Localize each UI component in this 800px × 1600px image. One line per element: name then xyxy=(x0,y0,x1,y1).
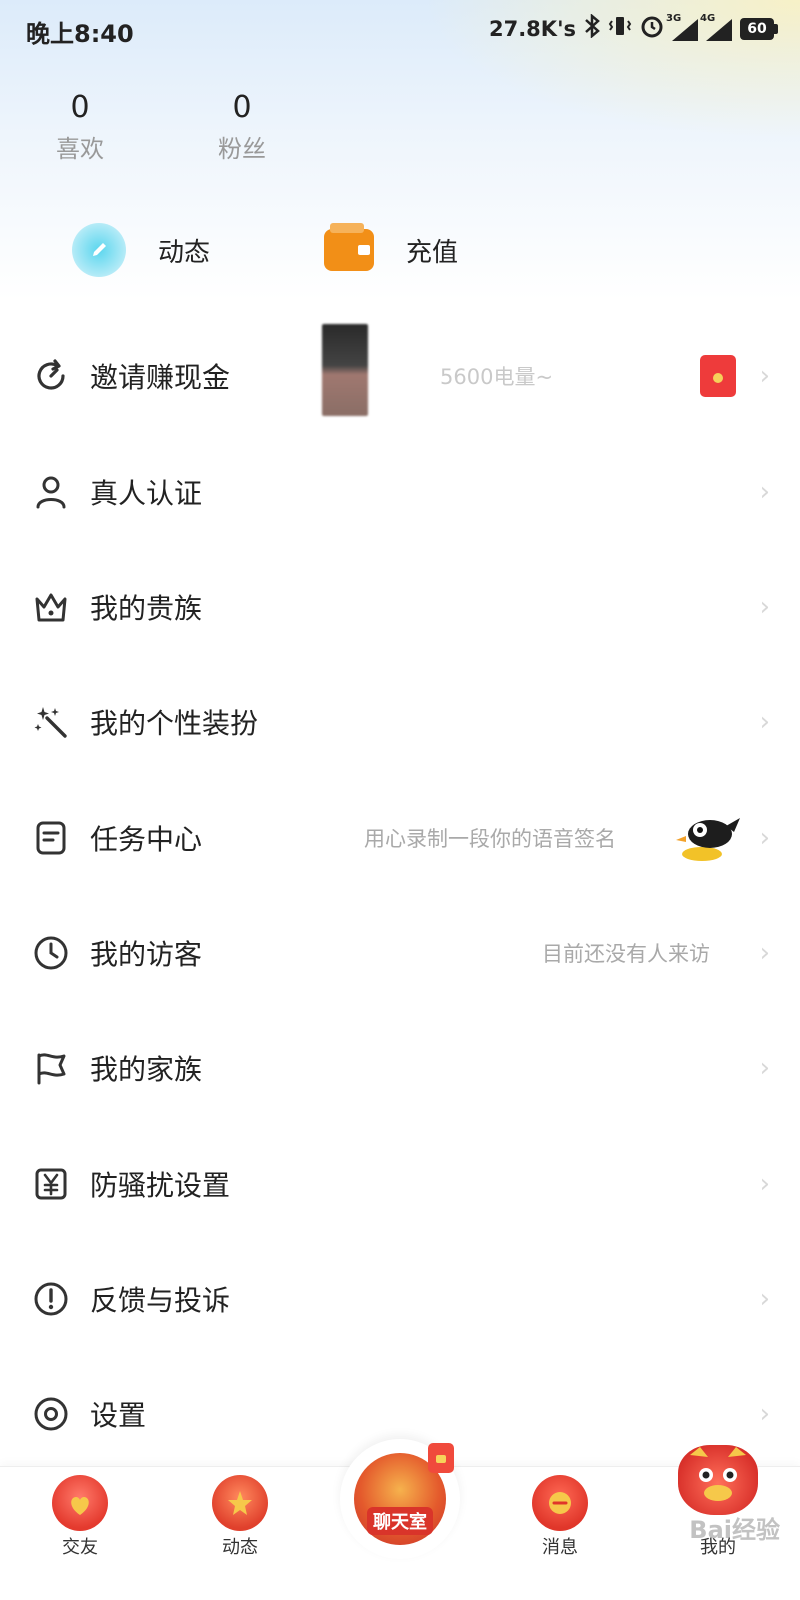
chevron-right-icon: › xyxy=(759,823,770,853)
menu-label-tasks: 任务中心 xyxy=(90,823,203,856)
likes-count: 0 xyxy=(70,90,90,125)
recharge-label: 充值 xyxy=(406,237,459,268)
menu-item-antiharass[interactable]: 防骚扰设置 › xyxy=(0,1126,800,1242)
signal-4g-icon: 4G xyxy=(700,13,732,41)
chevron-right-icon: › xyxy=(759,707,770,737)
bottom-navigation: 交友 动态 聊天室 消息 我的 xyxy=(0,1439,800,1600)
menu-label-family: 我的家族 xyxy=(90,1053,203,1086)
penguin-mascot-icon xyxy=(672,812,744,864)
menu-hint-visitors: 目前还没有人来访 xyxy=(542,942,710,966)
watermark-text: Bai经验 xyxy=(689,1516,780,1544)
stat-fans[interactable]: 0 粉丝 xyxy=(182,90,302,164)
chevron-right-icon: › xyxy=(759,361,770,391)
blurred-avatar-image xyxy=(322,324,368,416)
menu-hint-invite: 5600电量~ xyxy=(440,365,554,389)
yen-icon xyxy=(32,1165,70,1203)
dynamics-label: 动态 xyxy=(158,237,211,268)
nav-tab-dynamics[interactable]: 动态 xyxy=(190,1467,290,1600)
clock-icon xyxy=(32,934,70,972)
user-icon xyxy=(32,473,70,511)
pencil-icon xyxy=(72,223,126,277)
refresh-icon xyxy=(32,357,70,395)
status-icons: 27.8K's 3G 4G 60 xyxy=(488,13,778,43)
nav-label-dynamics: 动态 xyxy=(222,1537,258,1558)
signal-3g-label: 3G xyxy=(666,12,682,24)
menu-label-style: 我的个性装扮 xyxy=(90,707,259,740)
chevron-right-icon: › xyxy=(759,938,770,968)
flag-icon xyxy=(32,1049,70,1087)
red-packet-badge-icon xyxy=(428,1443,454,1473)
menu-item-tasks[interactable]: 任务中心 用心录制一段你的语音签名 › xyxy=(0,780,800,896)
alert-icon xyxy=(32,1280,70,1318)
battery-icon: 60 xyxy=(740,17,778,40)
menu-item-family[interactable]: 我的家族 › xyxy=(0,1010,800,1126)
status-bar: 晚上8:40 27.8K's 3G 4G 60 xyxy=(0,0,800,56)
menu-label-noble: 我的贵族 xyxy=(90,592,203,625)
bluetooth-icon xyxy=(584,13,600,43)
chevron-right-icon: › xyxy=(759,1053,770,1083)
menu-item-invite[interactable]: 邀请赚现金 5600电量~ › xyxy=(0,318,800,434)
menu-item-style[interactable]: 我的个性装扮 › xyxy=(0,664,800,780)
menu-label-feedback: 反馈与投诉 xyxy=(90,1284,231,1317)
chevron-right-icon: › xyxy=(759,477,770,507)
status-time: 晚上8:40 xyxy=(26,20,134,48)
dynamics-button[interactable]: 动态 xyxy=(72,222,210,278)
menu-item-feedback[interactable]: 反馈与投诉 › xyxy=(0,1241,800,1357)
menu-item-verify[interactable]: 真人认证 › xyxy=(0,434,800,550)
message-icon xyxy=(532,1475,588,1531)
network-speed: 27.8K's xyxy=(488,16,576,41)
menu-label-settings: 设置 xyxy=(90,1399,147,1432)
wallet-icon xyxy=(324,223,374,271)
alarm-icon xyxy=(640,14,664,43)
nav-tab-chatroom[interactable]: 聊天室 xyxy=(340,1439,460,1559)
magic-wand-icon xyxy=(32,703,70,741)
signal-3g-icon: 3G xyxy=(666,13,698,41)
settings-icon xyxy=(32,1395,70,1433)
friend-icon xyxy=(52,1475,108,1531)
menu-label-verify: 真人认证 xyxy=(90,477,203,510)
nav-tab-friends[interactable]: 交友 xyxy=(30,1467,130,1600)
fans-count: 0 xyxy=(232,90,252,125)
document-icon xyxy=(32,819,70,857)
recharge-button[interactable]: 充值 xyxy=(324,222,458,278)
crown-icon xyxy=(32,588,70,626)
lion-mascot-icon xyxy=(678,1445,758,1515)
dynamics-icon xyxy=(212,1475,268,1531)
red-packet-icon xyxy=(700,355,736,397)
menu-item-visitors[interactable]: 我的访客 目前还没有人来访 › xyxy=(0,895,800,1011)
battery-level: 60 xyxy=(740,17,774,40)
signal-4g-label: 4G xyxy=(700,12,716,24)
chevron-right-icon: › xyxy=(759,592,770,622)
nav-label-messages: 消息 xyxy=(542,1537,578,1558)
chevron-right-icon: › xyxy=(759,1169,770,1199)
likes-label: 喜欢 xyxy=(56,135,104,163)
menu-label-antiharass: 防骚扰设置 xyxy=(90,1169,231,1202)
chevron-right-icon: › xyxy=(759,1399,770,1429)
nav-tab-messages[interactable]: 消息 xyxy=(510,1467,610,1600)
menu-label-visitors: 我的访客 xyxy=(90,938,203,971)
nav-label-friends: 交友 xyxy=(62,1537,98,1558)
stat-likes[interactable]: 0 喜欢 xyxy=(20,90,140,164)
menu-hint-tasks: 用心录制一段你的语音签名 xyxy=(364,827,616,851)
menu-label-invite: 邀请赚现金 xyxy=(90,361,231,394)
fans-label: 粉丝 xyxy=(218,135,266,163)
chevron-right-icon: › xyxy=(759,1284,770,1314)
nav-label-chatroom: 聊天室 xyxy=(367,1507,433,1535)
vibrate-icon xyxy=(608,14,632,43)
menu-item-noble[interactable]: 我的贵族 › xyxy=(0,549,800,665)
